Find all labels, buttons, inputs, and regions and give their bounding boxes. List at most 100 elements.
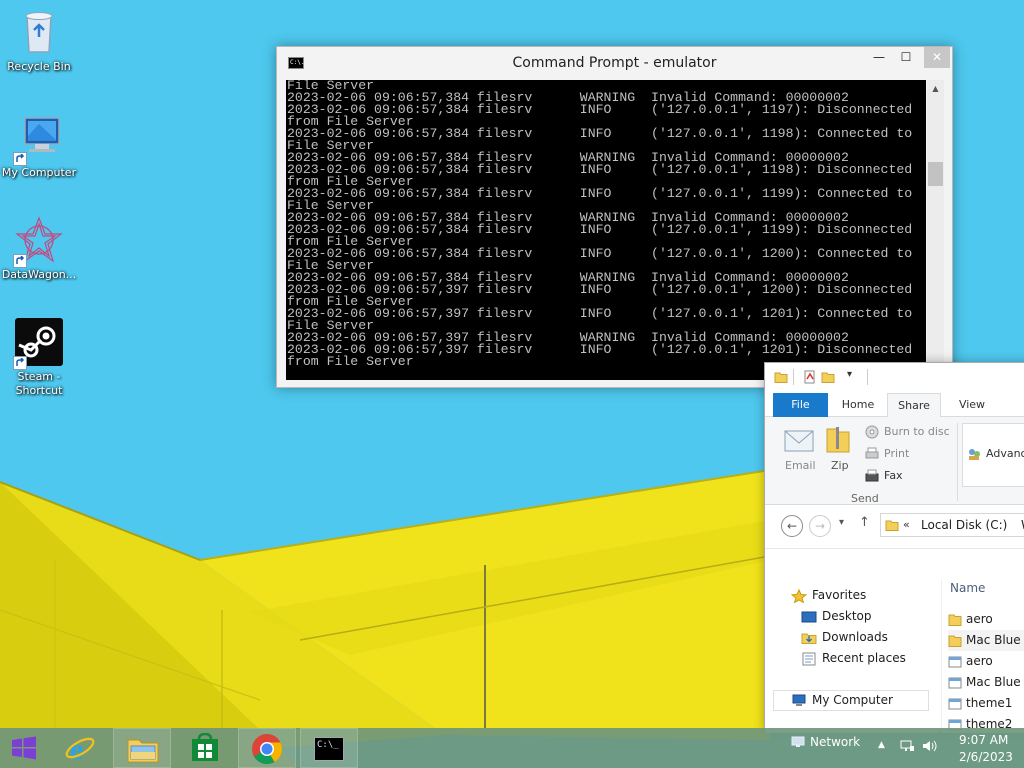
console-output[interactable]: File Server 2023-02-06 09:06:57,384 file… bbox=[286, 80, 926, 380]
internet-explorer-icon: e bbox=[65, 733, 95, 764]
chevron-down-icon[interactable]: ▾ bbox=[847, 369, 852, 380]
downloads-folder-icon bbox=[801, 633, 817, 644]
ribbon-share: Email Zip Burn to disc Print Fax Send Ad… bbox=[765, 417, 1024, 505]
folder-icon bbox=[885, 520, 899, 531]
desktop-icon-datawagon[interactable]: DataWagon... bbox=[0, 216, 78, 282]
nav-item-downloads[interactable]: Downloads bbox=[801, 627, 888, 648]
chrome-icon bbox=[252, 734, 282, 765]
minimize-button[interactable]: — bbox=[866, 47, 892, 68]
tab-view[interactable]: View bbox=[943, 393, 1001, 417]
nav-item-label: Favorites bbox=[812, 588, 867, 602]
zip-button[interactable]: Zip bbox=[831, 459, 849, 472]
nav-item-favorites[interactable]: Favorites bbox=[791, 585, 866, 606]
fax-icon bbox=[865, 469, 879, 482]
desktop-icon bbox=[801, 611, 817, 622]
file-name: Mac Blue S bbox=[966, 633, 1024, 647]
email-icon bbox=[784, 430, 814, 452]
vertical-scrollbar[interactable]: ▲ bbox=[927, 80, 944, 380]
address-bar[interactable]: « Local Disk (C:) W bbox=[880, 513, 1024, 537]
quick-access-toolbar: ▾ bbox=[765, 363, 1024, 393]
file-list: Name aero Mac Blue S aero Mac Blue S the… bbox=[941, 579, 1024, 733]
window-title: Command Prompt - emulator bbox=[512, 55, 717, 71]
file-name: aero bbox=[966, 654, 993, 668]
desktop-icon-label: My Computer bbox=[1, 166, 77, 179]
taskbar: e C:\_ Network ▲ 9:07 AM 2/6/2023 bbox=[0, 728, 1024, 768]
recent-locations-chevron-icon[interactable]: ▾ bbox=[839, 517, 844, 528]
nav-item-recent-places[interactable]: Recent places bbox=[801, 648, 906, 669]
shortcut-arrow-icon bbox=[13, 254, 27, 268]
desktop-icon-label: DataWagon... bbox=[1, 268, 77, 281]
scrollbar-thumb[interactable] bbox=[928, 162, 943, 186]
email-button[interactable]: Email bbox=[785, 459, 816, 472]
desktop-icon-label: Steam - Shortcut bbox=[15, 370, 63, 397]
show-hidden-icons-chevron-icon[interactable]: ▲ bbox=[878, 740, 885, 750]
desktop-icon-recycle-bin[interactable]: Recycle Bin bbox=[0, 8, 78, 74]
nav-item-my-computer[interactable]: My Computer bbox=[791, 690, 893, 711]
close-button[interactable]: ✕ bbox=[924, 47, 950, 68]
back-button[interactable]: ← bbox=[781, 515, 803, 537]
taskbar-chrome[interactable] bbox=[238, 728, 296, 768]
recent-places-icon bbox=[802, 652, 816, 665]
navigation-bar: ← → ▾ ↑ « Local Disk (C:) W bbox=[765, 505, 1024, 549]
svg-text:e: e bbox=[70, 733, 83, 764]
up-button[interactable]: ↑ bbox=[859, 515, 870, 530]
theme-file-icon bbox=[948, 656, 962, 667]
file-name: Mac Blue S bbox=[966, 675, 1024, 689]
desktop-icon-my-computer[interactable]: My Computer bbox=[0, 114, 78, 180]
taskbar-store[interactable] bbox=[176, 728, 234, 768]
network-status-icon[interactable] bbox=[899, 739, 915, 753]
clock-date[interactable]: 2/6/2023 bbox=[959, 750, 1013, 764]
burn-to-disc-button[interactable]: Burn to disc bbox=[884, 425, 950, 438]
zip-icon bbox=[826, 427, 850, 453]
file-item[interactable]: aero bbox=[948, 609, 993, 630]
file-name: aero bbox=[966, 612, 993, 626]
advanced-security-icon bbox=[969, 449, 980, 460]
start-button[interactable] bbox=[0, 728, 48, 768]
column-header-name[interactable]: Name bbox=[950, 581, 985, 595]
taskbar-file-explorer[interactable] bbox=[113, 728, 171, 768]
file-item[interactable]: Mac Blue S bbox=[948, 630, 1024, 651]
nav-item-label: My Computer bbox=[812, 693, 893, 707]
properties-icon[interactable] bbox=[803, 370, 817, 384]
folder-icon[interactable] bbox=[774, 370, 788, 384]
command-prompt-window[interactable]: C:\. Command Prompt - emulator — ☐ ✕ Fil… bbox=[276, 46, 953, 388]
nav-item-label: Desktop bbox=[822, 609, 872, 623]
file-item[interactable]: aero bbox=[948, 651, 993, 672]
maximize-button[interactable]: ☐ bbox=[893, 47, 919, 68]
theme-file-icon bbox=[948, 698, 962, 709]
folder-icon bbox=[948, 614, 962, 626]
advanced-security-button[interactable]: Advanc bbox=[986, 447, 1024, 460]
shortcut-arrow-icon bbox=[13, 152, 27, 166]
network-label[interactable]: Network bbox=[810, 735, 860, 749]
shortcut-arrow-icon bbox=[13, 356, 27, 370]
tab-home[interactable]: Home bbox=[829, 393, 887, 417]
tab-share[interactable]: Share bbox=[887, 393, 941, 418]
taskbar-command-prompt[interactable]: C:\_ bbox=[300, 728, 358, 768]
file-item[interactable]: theme1 bbox=[948, 693, 1012, 714]
forward-button[interactable]: → bbox=[809, 515, 831, 537]
clock-time[interactable]: 9:07 AM bbox=[959, 733, 1008, 747]
nav-item-desktop[interactable]: Desktop bbox=[801, 606, 872, 627]
file-name: theme1 bbox=[966, 696, 1013, 710]
nav-item-label: Downloads bbox=[822, 630, 888, 644]
address-path-segment[interactable]: Local Disk (C:) bbox=[921, 518, 1007, 532]
navigation-pane: Favorites Desktop Downloads Recent place… bbox=[765, 579, 940, 733]
file-explorer-icon bbox=[127, 739, 159, 763]
tab-file[interactable]: File bbox=[773, 393, 828, 417]
volume-icon[interactable] bbox=[922, 739, 938, 753]
file-item[interactable]: Mac Blue S bbox=[948, 672, 1024, 693]
scroll-up-icon[interactable]: ▲ bbox=[931, 84, 940, 93]
file-explorer-window[interactable]: ▾ File Home Share View Email Zip Burn to… bbox=[764, 362, 1024, 733]
burn-disc-icon bbox=[865, 425, 879, 439]
cmd-titlebar[interactable]: C:\. Command Prompt - emulator — ☐ ✕ bbox=[277, 47, 952, 79]
print-button[interactable]: Print bbox=[884, 447, 909, 460]
desktop-icon-steam[interactable]: Steam - Shortcut bbox=[0, 318, 78, 398]
system-tray: Network ▲ 9:07 AM 2/6/2023 bbox=[764, 728, 1024, 768]
desktop-icon-label: Recycle Bin bbox=[7, 60, 71, 73]
taskbar-internet-explorer[interactable]: e bbox=[52, 728, 108, 768]
fax-button[interactable]: Fax bbox=[884, 469, 903, 482]
new-folder-icon[interactable] bbox=[821, 370, 835, 384]
recycle-bin-icon bbox=[25, 12, 53, 53]
ribbon-tabs: File Home Share View bbox=[765, 393, 1024, 418]
console-text: File Server 2023-02-06 09:06:57,384 file… bbox=[287, 80, 913, 369]
